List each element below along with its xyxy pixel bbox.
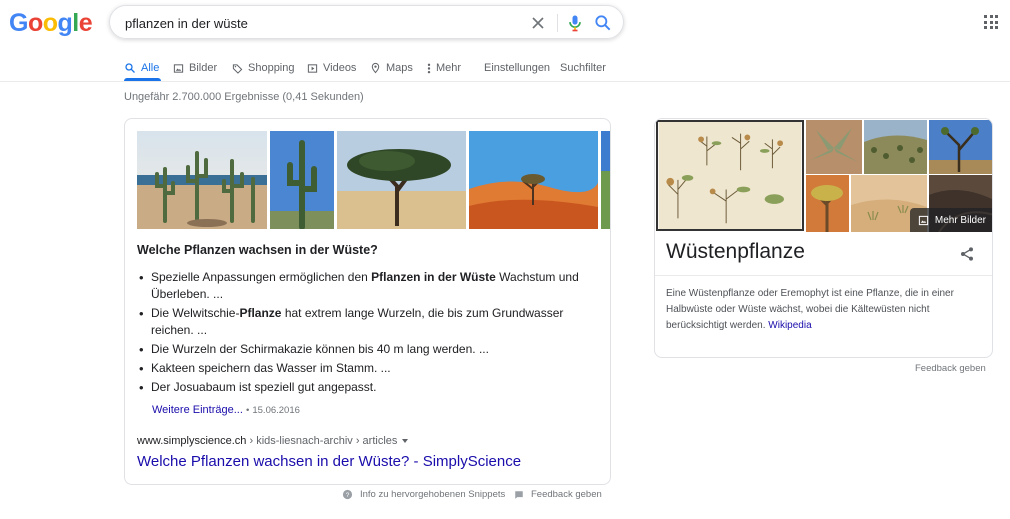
botanical-illustration-image[interactable]	[656, 120, 804, 231]
map-pin-icon	[371, 62, 380, 74]
more-images-button[interactable]: Mehr Bilder	[909, 208, 992, 232]
snippet-feedback-label: Feedback geben	[531, 489, 602, 500]
tab-bilder[interactable]: Bilder	[173, 57, 217, 79]
list-item: Spezielle Anpassungen ermöglichen den Pf…	[137, 269, 587, 303]
tab-shopping[interactable]: Shopping	[232, 57, 295, 79]
tab-alle[interactable]: Alle	[124, 57, 159, 79]
featured-snippet: Welche Pflanzen wachsen in der Wüste? Sp…	[124, 118, 611, 485]
list-item: Die Welwitschie-Pflanze hat extrem lange…	[137, 305, 587, 339]
tab-label: Mehr	[436, 62, 462, 74]
search-input[interactable]	[125, 12, 505, 34]
snippet-title: Welche Pflanzen wachsen in der Wüste?	[137, 243, 378, 257]
tab-label: Suchfilter	[560, 62, 606, 74]
snippet-list: Spezielle Anpassungen ermöglichen den Pf…	[137, 269, 587, 398]
tab-label: Maps	[386, 62, 413, 74]
snippet-feedback-link[interactable]: Feedback geben	[514, 489, 602, 500]
wikipedia-link[interactable]: Wikipedia	[768, 320, 811, 331]
search-box	[109, 5, 624, 39]
cite-menu-icon[interactable]	[402, 439, 409, 444]
cite-path: › kids-liesnach-archiv › articles	[246, 435, 398, 447]
saguaro-image[interactable]	[270, 131, 334, 229]
more-images-label: Mehr Bilder	[934, 214, 986, 226]
acacia-tree-image[interactable]	[337, 131, 466, 229]
succulent-image[interactable]	[806, 120, 862, 174]
tab-label: Shopping	[248, 62, 295, 74]
kp-description: Eine Wüstenpflanze oder Eremophyt ist ei…	[666, 286, 981, 334]
svg-text:?: ?	[346, 492, 350, 499]
joshua-tree-image[interactable]	[929, 120, 993, 174]
apps-grid-icon[interactable]	[984, 15, 998, 29]
list-item: Kakteen speichern das Wasser im Stamm. .…	[137, 360, 587, 377]
snippet-image-row	[137, 131, 611, 229]
tab-mehr[interactable]: Mehr	[427, 57, 461, 79]
more-entries-link[interactable]: Weitere Einträge...	[152, 404, 243, 416]
feedback-icon	[515, 490, 523, 499]
google-logo[interactable]: Google	[9, 9, 93, 38]
image-icon	[173, 63, 184, 73]
desert-image[interactable]	[601, 131, 611, 229]
share-icon[interactable]	[959, 246, 975, 262]
bullet-separator: •	[245, 405, 250, 416]
header-divider	[0, 81, 1010, 82]
shrubland-image[interactable]	[864, 120, 927, 174]
help-icon: ?	[342, 489, 353, 500]
search-icon[interactable]	[593, 13, 613, 33]
tag-icon	[232, 63, 243, 74]
image-icon	[918, 215, 928, 225]
snippet-info-link[interactable]: ? Info zu hervorgehobenen Snippets	[342, 489, 505, 500]
tab-label: Alle	[141, 62, 160, 74]
kp-title: Wüstenpflanze	[666, 240, 805, 263]
result-cite: www.simplyscience.ch › kids-liesnach-arc…	[137, 435, 409, 447]
tab-maps[interactable]: Maps	[370, 57, 413, 79]
tab-videos[interactable]: Videos	[307, 57, 356, 79]
list-item: Die Wurzeln der Schirmakazie können bis …	[137, 341, 587, 358]
knowledge-panel: Mehr Bilder Wüstenpflanze Eine Wüstenpfl…	[654, 118, 993, 358]
red-dunes-image[interactable]	[469, 131, 598, 229]
kp-divider	[655, 275, 992, 276]
more-vertical-icon	[427, 63, 431, 73]
kp-image-grid: Mehr Bilder	[655, 119, 993, 232]
quiver-tree-image[interactable]	[806, 175, 849, 232]
more-entries-row: Weitere Einträge... • 15.06.2016	[152, 404, 300, 416]
snippet-info-label: Info zu hervorgehobenen Snippets	[360, 489, 506, 500]
tab-label: Videos	[323, 62, 357, 74]
result-title-link[interactable]: Welche Pflanzen wachsen in der Wüste? - …	[137, 453, 521, 470]
play-icon	[307, 63, 318, 73]
microphone-icon[interactable]	[565, 12, 585, 34]
result-stats: Ungefähr 2.700.000 Ergebnisse (0,41 Seku…	[124, 91, 364, 103]
search-icon	[125, 63, 135, 73]
tab-label: Bilder	[189, 62, 218, 74]
tab-suchfilter[interactable]: Suchfilter	[560, 57, 606, 79]
search-divider	[557, 14, 558, 32]
clear-icon[interactable]	[528, 13, 548, 33]
cactus-image[interactable]	[137, 131, 267, 229]
tab-einstellungen[interactable]: Einstellungen	[484, 57, 550, 79]
snippet-date: 15.06.2016	[252, 405, 300, 416]
tab-label: Einstellungen	[484, 62, 551, 74]
kp-feedback-link[interactable]: Feedback geben	[915, 363, 986, 374]
list-item: Der Josuabaum ist speziell gut angepasst…	[137, 379, 587, 396]
cite-domain: www.simplyscience.ch	[137, 435, 247, 447]
